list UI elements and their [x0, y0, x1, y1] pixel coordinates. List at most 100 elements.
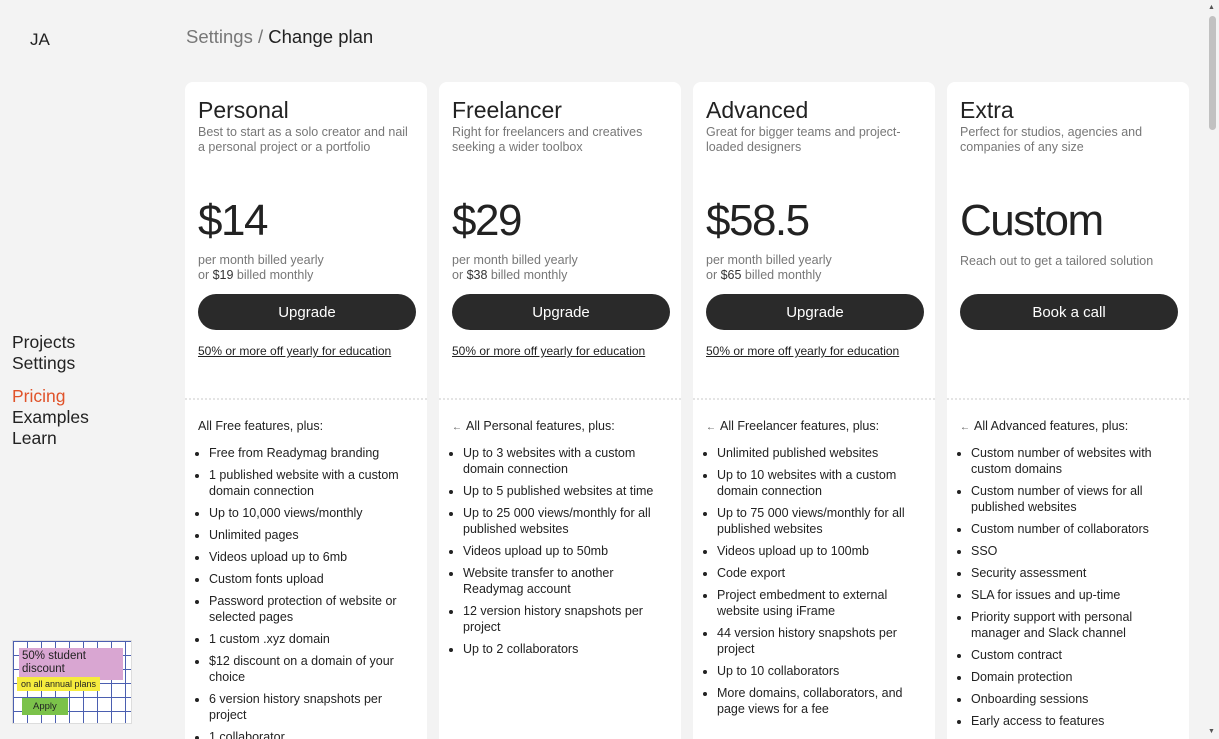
feature-item: Code export	[717, 565, 925, 581]
feature-item: Free from Readymag branding	[209, 445, 417, 461]
breadcrumb-current: Change plan	[268, 26, 374, 47]
plan-price: $29	[452, 196, 522, 245]
plan-reach-out: Reach out to get a tailored solution	[960, 254, 1154, 268]
plan-name: Freelancer	[452, 97, 562, 123]
education-discount-link[interactable]: 50% or more off yearly for education	[452, 344, 645, 358]
scroll-up-icon[interactable]: ▲	[1208, 4, 1215, 11]
feature-item: Custom number of views for all published…	[971, 483, 1179, 515]
billing-yearly: per month billed yearly	[452, 253, 578, 267]
plan-name: Advanced	[706, 97, 809, 123]
scrollbar-thumb[interactable]	[1209, 16, 1216, 130]
plan-name: Personal	[198, 97, 289, 123]
sidebar-nav: Projects Settings Pricing Examples Learn	[12, 332, 89, 449]
feature-item: Unlimited pages	[209, 527, 417, 543]
divider	[693, 398, 935, 400]
feature-item: 6 version history snapshots per project	[209, 691, 417, 723]
feature-item: 1 custom .xyz domain	[209, 631, 417, 647]
book-call-button[interactable]: Book a call	[960, 294, 1178, 330]
feature-item: Custom number of collaborators	[971, 521, 1179, 537]
plan-billing: per month billed yearly or $65 billed mo…	[706, 253, 832, 283]
feature-item: Onboarding sessions	[971, 691, 1179, 707]
feature-item: Up to 75 000 views/monthly for all publi…	[717, 505, 925, 537]
feature-list: Free from Readymag branding 1 published …	[209, 445, 417, 739]
plans-row: Personal Best to start as a solo creator…	[185, 82, 1189, 739]
plan-price: $14	[198, 196, 268, 245]
feature-item: Priority support with personal manager a…	[971, 609, 1179, 641]
includes-text: All Personal features, plus:	[466, 419, 615, 433]
feature-item: Security assessment	[971, 565, 1179, 581]
feature-item: Project embedment to external website us…	[717, 587, 925, 619]
education-discount-link[interactable]: 50% or more off yearly for education	[706, 344, 899, 358]
billing-suffix: billed monthly	[233, 268, 314, 282]
plan-description: Perfect for studios, agencies and compan…	[960, 125, 1143, 154]
plan-billing: per month billed yearly or $38 billed mo…	[452, 253, 578, 283]
includes-label: ← All Freelancer features, plus:	[706, 419, 879, 433]
arrow-left-icon: ←	[960, 422, 970, 433]
includes-text: All Freelancer features, plus:	[720, 419, 880, 433]
divider	[439, 398, 681, 400]
billing-suffix: billed monthly	[487, 268, 568, 282]
includes-label: ← All Advanced features, plus:	[960, 419, 1128, 433]
promo-title: 50% student discount	[22, 650, 86, 675]
feature-item: Up to 25 000 views/monthly for all publi…	[463, 505, 671, 537]
feature-list: Custom number of websites with custom do…	[971, 445, 1179, 735]
page-scrollbar[interactable]: ▲ ▼	[1205, 0, 1219, 739]
includes-label: All Free features, plus:	[198, 419, 324, 433]
feature-item: Custom contract	[971, 647, 1179, 663]
feature-item: Unlimited published websites	[717, 445, 925, 461]
feature-item: Early access to features	[971, 713, 1179, 729]
nav-settings[interactable]: Settings	[12, 353, 89, 374]
feature-item: Up to 10 collaborators	[717, 663, 925, 679]
promo-apply-button[interactable]: Apply	[22, 698, 68, 715]
plan-name: Extra	[960, 97, 1014, 123]
education-discount-link[interactable]: 50% or more off yearly for education	[198, 344, 391, 358]
plan-card-advanced: Advanced Great for bigger teams and proj…	[693, 82, 935, 739]
feature-item: Custom number of websites with custom do…	[971, 445, 1179, 477]
feature-item: Custom fonts upload	[209, 571, 417, 587]
feature-item: Videos upload up to 100mb	[717, 543, 925, 559]
includes-label: ← All Personal features, plus:	[452, 419, 615, 433]
breadcrumb-settings[interactable]: Settings	[186, 26, 253, 47]
nav-projects[interactable]: Projects	[12, 332, 89, 353]
nav-learn[interactable]: Learn	[12, 428, 89, 449]
feature-list: Up to 3 websites with a custom domain co…	[463, 445, 671, 663]
feature-item: 1 published website with a custom domain…	[209, 467, 417, 499]
plan-card-freelancer: Freelancer Right for freelancers and cre…	[439, 82, 681, 739]
upgrade-button[interactable]: Upgrade	[706, 294, 924, 330]
plan-description: Right for freelancers and creatives seek…	[452, 125, 643, 154]
plan-description: Great for bigger teams and project-loade…	[706, 125, 901, 154]
plan-description: Best to start as a solo creator and nail…	[198, 125, 408, 154]
feature-item: 1 collaborator	[209, 729, 417, 739]
feature-item: $12 discount on a domain of your choice	[209, 653, 417, 685]
includes-text: All Advanced features, plus:	[974, 419, 1129, 433]
plan-card-extra: Extra Perfect for studios, agencies and …	[947, 82, 1189, 739]
feature-item: More domains, collaborators, and page vi…	[717, 685, 925, 717]
billing-prefix: or	[198, 268, 213, 282]
student-discount-banner[interactable]: 50% student discount on all annual plans…	[12, 640, 132, 724]
nav-pricing[interactable]: Pricing	[12, 386, 89, 407]
avatar[interactable]: JA	[30, 30, 50, 50]
feature-item: Up to 5 published websites at time	[463, 483, 671, 499]
feature-item: SSO	[971, 543, 1179, 559]
plan-billing: per month billed yearly or $19 billed mo…	[198, 253, 324, 283]
feature-item: Up to 2 collaborators	[463, 641, 671, 657]
feature-list: Unlimited published websites Up to 10 we…	[717, 445, 925, 723]
plan-price: $58.5	[706, 196, 810, 245]
plan-price: Custom	[960, 196, 1104, 245]
billing-suffix: billed monthly	[741, 268, 822, 282]
billing-prefix: or	[706, 268, 721, 282]
feature-item: Videos upload up to 50mb	[463, 543, 671, 559]
billing-monthly-price: $38	[466, 268, 488, 282]
arrow-left-icon: ←	[706, 422, 716, 433]
feature-item: Videos upload up to 6mb	[209, 549, 417, 565]
feature-item: 44 version history snapshots per project	[717, 625, 925, 657]
divider	[947, 398, 1189, 400]
nav-examples[interactable]: Examples	[12, 407, 89, 428]
upgrade-button[interactable]: Upgrade	[198, 294, 416, 330]
plan-card-personal: Personal Best to start as a solo creator…	[185, 82, 427, 739]
breadcrumb-separator: /	[258, 26, 264, 47]
upgrade-button[interactable]: Upgrade	[452, 294, 670, 330]
scroll-down-icon[interactable]: ▼	[1208, 728, 1215, 735]
billing-monthly-price: $19	[212, 268, 234, 282]
arrow-left-icon: ←	[452, 422, 462, 433]
